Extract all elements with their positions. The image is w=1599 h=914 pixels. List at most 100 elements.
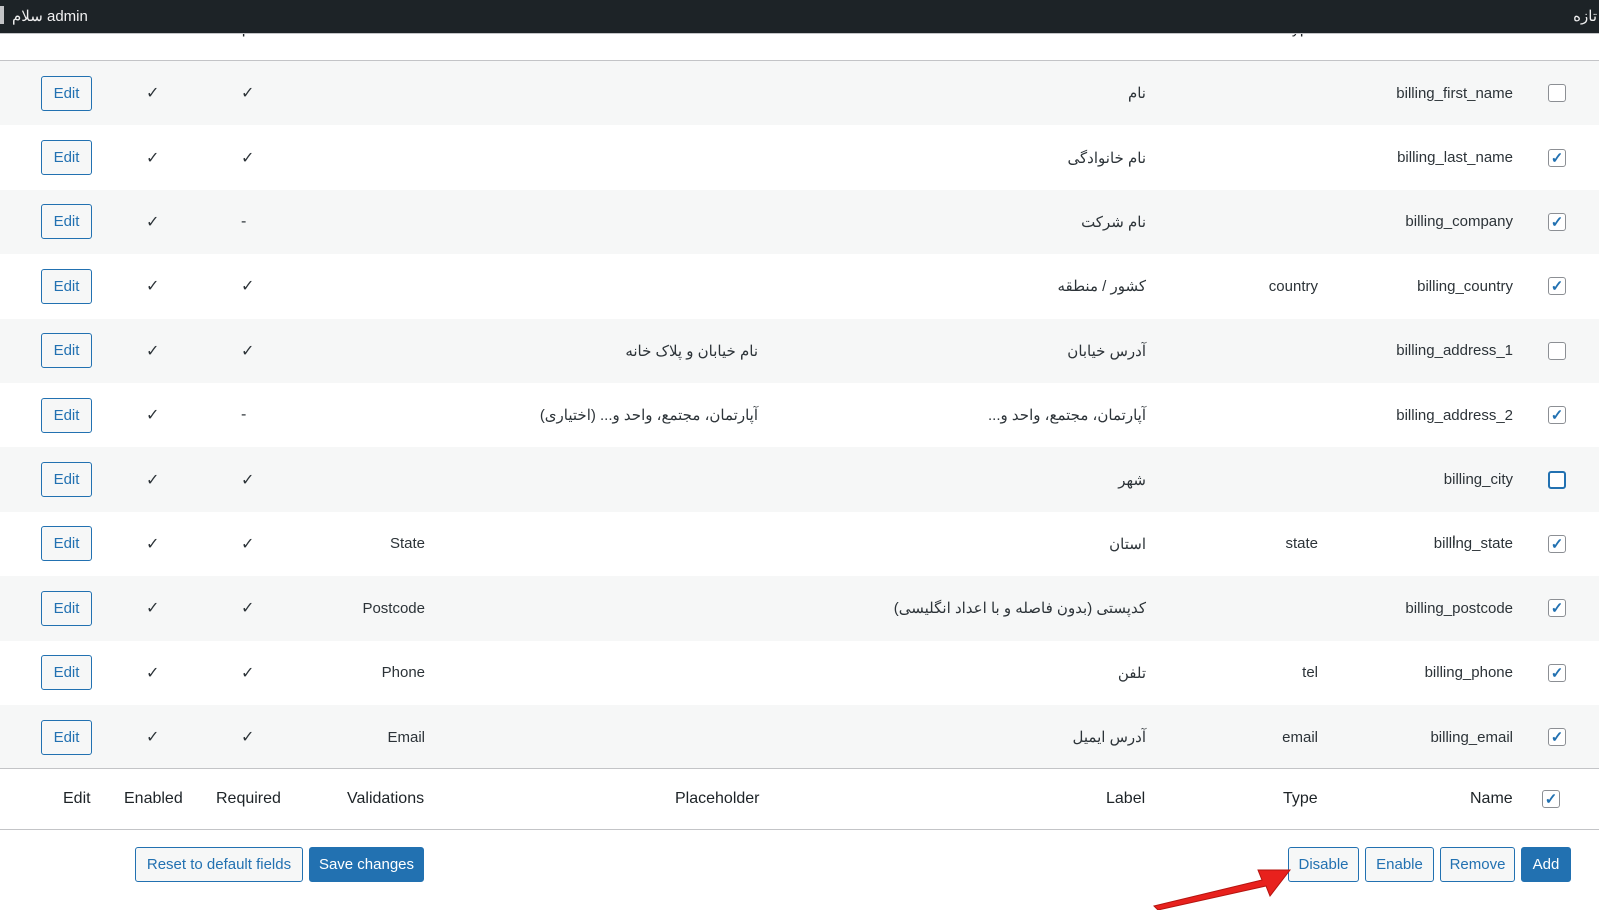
header-placeholder: Placeholder: [675, 34, 760, 38]
remove-button[interactable]: Remove: [1440, 847, 1515, 882]
type-cell: tel: [1302, 664, 1318, 682]
edit-field-button[interactable]: Edit: [41, 655, 92, 691]
label-cell: نام: [1127, 85, 1146, 103]
select-all-checkbox[interactable]: ✓: [1542, 790, 1560, 808]
checkbox-cell: ✓: [1548, 190, 1566, 254]
validations-cell: State: [389, 535, 425, 553]
type-cell: email: [1282, 728, 1318, 746]
table-row: Edit ✓ ✓ State استان state billing_state ✓: [0, 511, 1599, 577]
admin-greeting[interactable]: سلام admin: [12, 7, 88, 25]
fields-table: Edit Enabled Required Validations Placeh…: [0, 33, 1599, 847]
actions-bar: Reset to default fields Save changes Dis…: [0, 847, 1599, 914]
enabled-cell: ✓: [146, 600, 160, 618]
admin-bar-edge: [0, 6, 4, 24]
table-row: Edit ✓ ✓ Postcode کدپستی (بدون فاصله و با اع…: [0, 576, 1599, 641]
label-cell: آدرس ایمیل: [1072, 729, 1146, 747]
add-field-button[interactable]: Add: [1521, 847, 1571, 882]
validations-cell: Email: [387, 728, 425, 746]
type-cell: country: [1268, 277, 1318, 295]
edit-field-button[interactable]: Edit: [41, 75, 92, 111]
name-cell: billing_address_2: [1396, 406, 1513, 424]
edit-field-button[interactable]: Edit: [41, 268, 92, 304]
edit-cell: Edit: [41, 512, 92, 576]
table-row: Edit ✓ ✓ شهر billing_city: [0, 447, 1599, 512]
edit-cell: Edit: [41, 641, 92, 705]
header-required: Required: [216, 34, 281, 38]
required-cell: -: [241, 406, 247, 424]
enabled-cell: ✓: [146, 213, 160, 231]
table-row: Edit ✓ ✓ Email آدرس ایمیل email billing_email ✓: [0, 705, 1599, 770]
edit-cell: Edit: [41, 447, 92, 511]
enabled-cell: ✓: [146, 471, 160, 489]
edit-field-button[interactable]: Edit: [41, 204, 92, 240]
reset-default-fields-button[interactable]: Reset to default fields: [135, 847, 303, 882]
header-validations: Validations: [347, 34, 424, 38]
row-select-checkbox[interactable]: ✓: [1548, 212, 1566, 231]
enabled-cell: ✓: [146, 535, 160, 553]
enabled-cell: ✓: [146, 278, 160, 296]
row-select-checkbox[interactable]: ✓: [1548, 599, 1566, 618]
footer-type: Type: [1283, 790, 1318, 807]
required-cell: ✓: [241, 278, 255, 296]
checkbox-cell: ✓: [1548, 641, 1566, 705]
row-select-checkbox[interactable]: ✓: [1548, 534, 1566, 553]
label-cell: نام خانوادگی: [1067, 149, 1146, 167]
name-cell: billing_city: [1443, 471, 1513, 489]
label-cell: شهر: [1118, 471, 1146, 489]
enabled-cell: ✓: [146, 85, 160, 103]
edit-field-button[interactable]: Edit: [41, 526, 92, 562]
placeholder-cell: آپارتمان، مجتمع، واحد و... (اختیاری): [539, 407, 758, 425]
checkbox-cell: [1548, 319, 1566, 383]
checkbox-cell: ✓: [1548, 512, 1566, 576]
edit-field-button[interactable]: Edit: [41, 719, 92, 755]
edit-field-button[interactable]: Edit: [41, 462, 92, 498]
footer-label: Label: [1106, 790, 1146, 807]
required-cell: ✓: [241, 85, 255, 103]
red-arrow-annotation-icon: [1153, 869, 1292, 910]
enable-button[interactable]: Enable: [1365, 847, 1434, 882]
table-header-top: Edit Enabled Required Validations Placeh…: [0, 34, 1599, 61]
placeholder-cell: نام خیابان و پلاک خانه: [625, 342, 758, 360]
footer-enabled: Enabled: [124, 790, 183, 807]
table-row: Edit ✓ ✓ نام billing_first_name: [0, 61, 1599, 126]
enabled-cell: ✓: [146, 149, 160, 167]
required-cell: ✓: [241, 149, 255, 167]
header-enabled: Enabled: [124, 34, 183, 38]
row-select-checkbox[interactable]: ✓: [1548, 406, 1566, 425]
edit-field-button[interactable]: Edit: [41, 333, 92, 369]
edit-field-button[interactable]: Edit: [41, 590, 92, 626]
footer-validations: Validations: [347, 790, 425, 807]
label-cell: نام شرکت: [1081, 213, 1146, 231]
label-cell: تلفن: [1117, 664, 1146, 682]
header-label: Label: [1106, 34, 1145, 38]
edit-field-button[interactable]: Edit: [41, 140, 92, 176]
row-select-checkbox[interactable]: ✓: [1548, 148, 1566, 167]
label-cell: استان: [1109, 535, 1146, 553]
name-cell: billing_last_name: [1397, 149, 1513, 167]
edit-cell: Edit: [41, 61, 92, 125]
row-select-checkbox[interactable]: ✓: [1548, 663, 1566, 682]
save-changes-button[interactable]: Save changes: [309, 847, 424, 882]
row-select-checkbox[interactable]: ✓: [1548, 728, 1566, 747]
required-cell: ✓: [241, 342, 255, 360]
enabled-cell: ✓: [146, 729, 160, 747]
checkbox-cell: [1548, 61, 1566, 125]
validations-cell: Phone: [381, 664, 425, 682]
required-cell: -: [241, 212, 247, 230]
row-select-checkbox[interactable]: ✓: [1548, 277, 1566, 296]
row-select-checkbox[interactable]: [1548, 341, 1566, 360]
row-select-checkbox[interactable]: [1548, 470, 1566, 489]
select-all-checkbox-cell: ✓: [1542, 769, 1560, 829]
required-cell: ✓: [241, 471, 255, 489]
enabled-cell: ✓: [146, 407, 160, 425]
name-cell: billing_email: [1430, 728, 1513, 746]
text-cursor-icon: I: [1452, 532, 1456, 548]
admin-bar-right-link[interactable]: تازه: [1573, 7, 1597, 25]
row-select-checkbox[interactable]: [1548, 84, 1566, 103]
enabled-cell: ✓: [146, 664, 160, 682]
edit-field-button[interactable]: Edit: [41, 397, 92, 433]
checkbox-cell: ✓: [1548, 254, 1566, 318]
label-cell: آدرس خیابان: [1067, 342, 1146, 360]
checkbox-cell: ✓: [1548, 576, 1566, 640]
edit-cell: Edit: [41, 383, 92, 447]
